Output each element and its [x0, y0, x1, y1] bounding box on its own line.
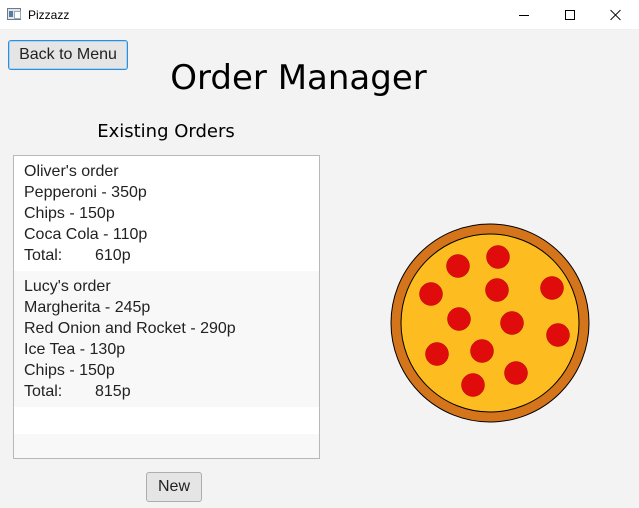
pizza-icon — [390, 223, 590, 423]
pepperoni — [425, 342, 449, 366]
minimize-button[interactable] — [501, 0, 547, 30]
order-total-value: 815p — [95, 383, 131, 400]
order-item-oliver[interactable]: Oliver's order Pepperoni - 350p Chips - … — [14, 156, 319, 271]
empty-list-row — [14, 407, 319, 434]
pepperoni — [500, 311, 524, 335]
close-icon — [610, 9, 622, 21]
pepperoni — [540, 276, 564, 300]
pepperoni — [486, 245, 510, 269]
order-line: Chips - 150p — [24, 205, 115, 222]
order-line: Margherita - 245p — [24, 299, 151, 316]
pepperoni — [470, 339, 494, 363]
existing-orders-heading: Existing Orders — [97, 121, 235, 142]
pepperoni — [504, 361, 528, 385]
pepperoni — [447, 307, 471, 331]
order-total-value: 610p — [95, 247, 131, 264]
pepperoni — [461, 373, 485, 397]
page-title: Order Manager — [170, 58, 427, 98]
order-total-label: Total: — [24, 383, 63, 400]
order-total: Total: 610p — [24, 245, 309, 266]
order-item-lucy[interactable]: Lucy's order Margherita - 245p Red Onion… — [14, 271, 319, 407]
window-title: Pizzazz — [28, 8, 70, 22]
pepperoni — [446, 254, 470, 278]
order-total: Total: 815p — [24, 381, 309, 402]
title-bar: Pizzazz — [0, 0, 639, 30]
orders-list[interactable]: Oliver's order Pepperoni - 350p Chips - … — [13, 155, 320, 459]
order-name: Oliver's order — [24, 163, 119, 180]
new-order-button[interactable]: New — [146, 472, 202, 502]
pepperoni — [419, 282, 443, 306]
order-line: Red Onion and Rocket - 290p — [24, 320, 236, 337]
order-line: Pepperoni - 350p — [24, 184, 147, 201]
pepperoni — [485, 278, 509, 302]
maximize-button[interactable] — [547, 0, 593, 30]
order-line: Coca Cola - 110p — [24, 226, 148, 243]
minimize-icon — [519, 14, 529, 16]
order-line: Ice Tea - 130p — [24, 341, 126, 358]
empty-list-row — [14, 434, 319, 458]
close-button[interactable] — [593, 0, 639, 30]
maximize-icon — [565, 10, 575, 20]
order-total-label: Total: — [24, 247, 63, 264]
pepperoni — [546, 323, 570, 347]
app-window-icon — [7, 8, 21, 20]
order-line: Chips - 150p — [24, 362, 115, 379]
order-name: Lucy's order — [24, 278, 111, 295]
